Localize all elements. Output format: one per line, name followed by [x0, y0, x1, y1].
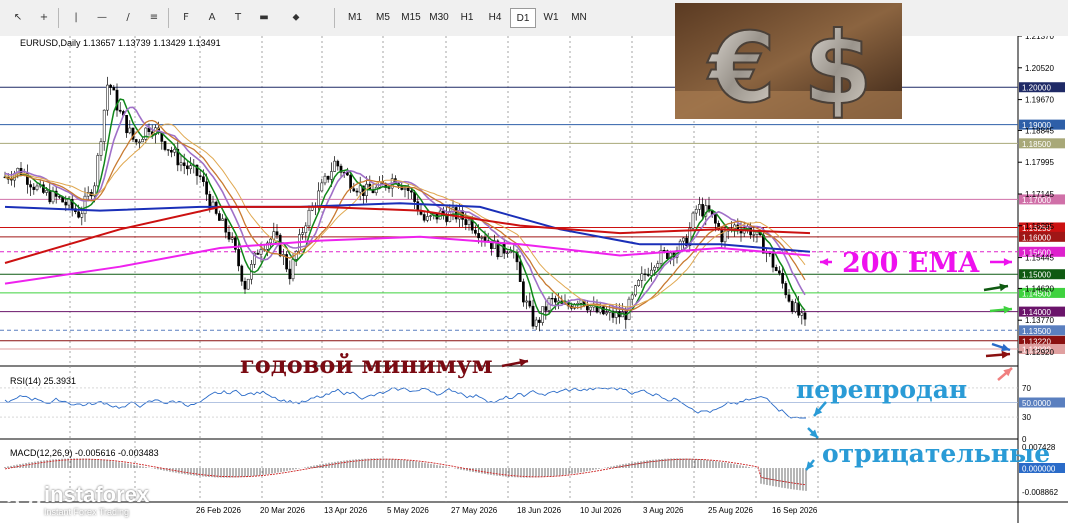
price-line-label: 1.20000: [1022, 84, 1051, 93]
date-axis-tick: 18 Jun 2026: [517, 506, 562, 515]
logo-tagline: Instant Forex Trading: [44, 507, 130, 517]
price-axis-tick: 1.13770: [1025, 316, 1054, 325]
price-axis-tick: 1.16295: [1025, 222, 1054, 231]
toolbar-separator: [168, 8, 169, 28]
price-axis-tick: 1.19670: [1025, 96, 1054, 105]
crosshair-icon[interactable]: +: [34, 8, 54, 28]
euro-dollar-photo: € $: [675, 3, 902, 119]
timeframe-m15[interactable]: M15: [398, 8, 424, 28]
macd-label: MACD(12,26,9) -0.005616 -0.003483: [10, 448, 159, 458]
vertical-line-icon[interactable]: |: [66, 8, 86, 28]
chart-toolbar: ↖ + | — / ≡ F A T ▬ ⬥ M1 M5 M15 M30 H1 H4 D1 W1 MN: [0, 0, 1068, 37]
cursor-icon[interactable]: ↖: [8, 8, 28, 28]
ema-annotation: 200 EMA: [842, 248, 980, 279]
toolbar-separator: [334, 8, 335, 28]
timeframe-h4[interactable]: H4: [482, 8, 508, 28]
shapes-icon[interactable]: ▬: [254, 8, 274, 28]
price-axis-tick: 1.12920: [1025, 348, 1054, 357]
timeframe-d1[interactable]: D1: [510, 8, 536, 28]
date-axis-tick: 13 Apr 2026: [324, 506, 368, 515]
dollar-symbol-icon: $: [803, 10, 873, 119]
price-line-label: 1.15000: [1022, 271, 1051, 280]
price-axis-tick: 1.20520: [1025, 64, 1054, 73]
price-axis-tick: 1.17145: [1025, 190, 1054, 199]
trendline-icon[interactable]: /: [118, 8, 138, 28]
rsi-label: RSI(14) 25.3931: [10, 376, 76, 386]
negative-annotation: отрицательные: [822, 439, 1051, 468]
instaforex-logo: instaforex Instant Forex Trading: [4, 478, 180, 520]
date-axis-tick: 25 Aug 2026: [708, 506, 753, 515]
timeframe-m30[interactable]: M30: [426, 8, 452, 28]
timeframe-mn[interactable]: MN: [566, 8, 592, 28]
timeframe-m1[interactable]: M1: [342, 8, 368, 28]
timeframe-h1[interactable]: H1: [454, 8, 480, 28]
timeframe-w1[interactable]: W1: [538, 8, 564, 28]
price-axis-tick: 1.15445: [1025, 254, 1054, 263]
date-axis-tick: 3 Aug 2026: [643, 506, 684, 515]
instaforex-logo-icon: [7, 483, 41, 517]
date-axis-tick: 5 May 2026: [387, 506, 429, 515]
text-icon[interactable]: A: [202, 8, 222, 28]
macd-axis-tick: -0.008862: [1022, 488, 1059, 497]
price-axis-tick: 1.14620: [1025, 284, 1054, 293]
date-axis-tick: 26 Feb 2026: [196, 506, 241, 515]
price-line-label: 1.16000: [1022, 233, 1051, 242]
rsi-level-label: 50.0000: [1022, 399, 1051, 408]
date-axis-tick: 20 Mar 2026: [260, 506, 305, 515]
arrows-icon[interactable]: ⬥: [286, 8, 306, 28]
toolbar-separator: [58, 8, 59, 28]
chart-info: EURUSD,Daily 1.13657 1.13739 1.13429 1.1…: [20, 38, 221, 48]
rsi-axis-tick: 30: [1022, 413, 1031, 422]
horizontal-line-icon[interactable]: —: [92, 8, 112, 28]
fibonacci-icon[interactable]: F: [176, 8, 196, 28]
price-line-label: 1.18500: [1022, 140, 1051, 149]
euro-symbol-icon: €: [707, 12, 776, 119]
channel-icon[interactable]: ≡: [144, 8, 164, 28]
logo-brand: instaforex: [44, 482, 150, 507]
date-axis-tick: 27 May 2026: [451, 506, 498, 515]
date-axis-tick: 10 Jul 2026: [580, 506, 622, 515]
price-axis-tick: 1.17995: [1025, 158, 1054, 167]
label-icon[interactable]: T: [228, 8, 248, 28]
timeframe-m5[interactable]: M5: [370, 8, 396, 28]
oversold-annotation: перепродан: [796, 375, 968, 404]
price-line-label: 1.13500: [1022, 327, 1051, 336]
price-axis-tick: 1.18845: [1025, 126, 1054, 135]
yearly-low-annotation: годовой минимум: [240, 350, 493, 379]
rsi-axis-tick: 70: [1022, 384, 1031, 393]
date-axis-tick: 16 Sep 2026: [772, 506, 818, 515]
price-axis-tick: 1.21370: [1025, 36, 1054, 41]
